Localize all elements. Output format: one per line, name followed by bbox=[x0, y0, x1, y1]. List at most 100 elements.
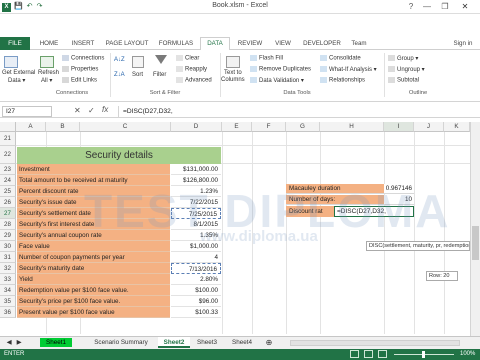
security-field-value[interactable]: 7/13/2016 bbox=[171, 263, 221, 274]
column-header[interactable]: D bbox=[171, 122, 222, 132]
cancel-icon[interactable]: ✕ bbox=[74, 106, 81, 115]
tab-file[interactable]: FILE bbox=[0, 37, 30, 50]
tab-formulas[interactable]: FORMULAS bbox=[156, 38, 196, 50]
row-header[interactable]: 22 bbox=[0, 146, 16, 164]
row-header[interactable]: 28 bbox=[0, 219, 16, 230]
sheet-tab-scenario-summary[interactable]: Scenario Summary bbox=[88, 337, 154, 348]
ungroup-button[interactable]: Ungroup ▾ bbox=[388, 66, 425, 73]
security-field-value[interactable]: 2.80% bbox=[171, 274, 221, 285]
close-button[interactable]: ✕ bbox=[458, 1, 472, 12]
tab-developer[interactable]: DEVELOPER bbox=[300, 38, 344, 50]
row-header[interactable]: 21 bbox=[0, 132, 16, 146]
security-field-label[interactable]: Present value per $100 face value bbox=[17, 307, 170, 318]
connections-button[interactable]: Connections bbox=[62, 55, 104, 62]
page-break-view-icon[interactable] bbox=[378, 350, 387, 358]
security-field-value[interactable]: $100.33 bbox=[171, 307, 221, 318]
scrollbar-thumb[interactable] bbox=[472, 226, 479, 260]
row-header[interactable]: 32 bbox=[0, 263, 16, 274]
sheet-tab-sheet3[interactable]: Sheet3 bbox=[192, 337, 222, 348]
row-header[interactable]: 36 bbox=[0, 307, 16, 318]
what-if-analysis-button[interactable]: What-If Analysis ▾ bbox=[320, 66, 377, 73]
vertical-scrollbar[interactable] bbox=[470, 122, 480, 336]
previous-sheet-icon[interactable]: ◀ bbox=[4, 337, 14, 348]
security-field-value[interactable]: $131,000.00 bbox=[171, 164, 221, 175]
row-header[interactable]: 26 bbox=[0, 197, 16, 208]
row-header[interactable]: 24 bbox=[0, 175, 16, 186]
column-header[interactable]: F bbox=[252, 122, 286, 132]
security-field-label[interactable]: Security's maturity date bbox=[17, 263, 170, 274]
security-field-label[interactable]: Investment bbox=[17, 164, 170, 175]
restore-button[interactable]: ❐ bbox=[438, 1, 452, 12]
sheet-tab-sheet4[interactable]: Sheet4 bbox=[226, 337, 258, 348]
sort-za-button[interactable]: Z↓A bbox=[114, 72, 125, 78]
security-field-label[interactable]: Number of coupon payments per year bbox=[17, 252, 170, 263]
group-button[interactable]: Group ▾ bbox=[388, 55, 418, 62]
tab-insert[interactable]: INSERT bbox=[66, 38, 100, 50]
relationships-button[interactable]: Relationships bbox=[320, 77, 365, 84]
filter-button[interactable]: Filter bbox=[153, 72, 166, 78]
next-sheet-icon[interactable]: ▶ bbox=[14, 337, 24, 348]
minimize-button[interactable]: — bbox=[420, 1, 434, 12]
get-external-data-dropdown[interactable]: Data ▾ bbox=[8, 77, 25, 84]
row-header[interactable]: 34 bbox=[0, 285, 16, 296]
subtotal-button[interactable]: Subtotal bbox=[388, 77, 419, 84]
sheet-tab-sheet2[interactable]: Sheet2 bbox=[158, 337, 190, 348]
tab-team[interactable]: Team bbox=[346, 38, 372, 50]
data-validation-button[interactable]: Data Validation ▾ bbox=[250, 77, 304, 84]
row-header[interactable]: 25 bbox=[0, 186, 16, 197]
refresh-all-button[interactable]: Refresh bbox=[38, 70, 59, 76]
refresh-all-dropdown[interactable]: All ▾ bbox=[41, 77, 52, 84]
security-field-label[interactable]: Face value bbox=[17, 241, 170, 252]
insert-function-icon[interactable]: fx bbox=[102, 105, 108, 114]
edit-links-button[interactable]: Edit Links bbox=[62, 77, 97, 84]
advanced-button[interactable]: Advanced bbox=[176, 77, 212, 84]
row-header[interactable]: 27 bbox=[0, 208, 16, 219]
reapply-button[interactable]: Reapply bbox=[176, 66, 207, 73]
tab-home[interactable]: HOME bbox=[34, 38, 64, 50]
security-field-label[interactable]: Yield bbox=[17, 274, 170, 285]
enter-icon[interactable]: ✓ bbox=[88, 106, 95, 115]
formula-input[interactable]: =DISC(D27,D32, bbox=[118, 106, 476, 117]
column-header[interactable]: C bbox=[80, 122, 171, 132]
tab-review[interactable]: REVIEW bbox=[234, 38, 266, 50]
sort-az-button[interactable]: A↓Z bbox=[114, 57, 125, 63]
get-external-data-button[interactable]: Get External bbox=[2, 70, 35, 76]
tab-view[interactable]: VIEW bbox=[270, 38, 296, 50]
remove-duplicates-button[interactable]: Remove Duplicates bbox=[250, 66, 311, 73]
security-field-value[interactable]: $96.00 bbox=[171, 296, 221, 307]
zoom-slider-thumb[interactable] bbox=[422, 351, 425, 358]
column-header[interactable]: E bbox=[222, 122, 252, 132]
column-header[interactable]: J bbox=[414, 122, 444, 132]
row-header[interactable]: 35 bbox=[0, 296, 16, 307]
column-header[interactable]: H bbox=[320, 122, 384, 132]
sort-button[interactable]: Sort bbox=[132, 72, 143, 78]
name-box[interactable]: I27 bbox=[2, 106, 52, 117]
add-sheet-icon[interactable]: ⊕ bbox=[262, 337, 276, 348]
security-field-value[interactable]: 4 bbox=[171, 252, 221, 263]
sheet-tab-sheet1[interactable]: Sheet1 bbox=[30, 337, 82, 348]
help-button[interactable]: ? bbox=[404, 1, 418, 12]
select-all-corner[interactable] bbox=[0, 122, 16, 132]
horizontal-scrollbar[interactable] bbox=[290, 340, 460, 346]
column-header[interactable]: I bbox=[384, 122, 414, 132]
row-header[interactable]: 33 bbox=[0, 274, 16, 285]
zoom-level[interactable]: 100% bbox=[460, 349, 475, 360]
normal-view-icon[interactable] bbox=[350, 350, 359, 358]
text-to-columns-button[interactable]: Text to bbox=[224, 70, 242, 76]
column-header[interactable]: G bbox=[286, 122, 320, 132]
consolidate-button[interactable]: Consolidate bbox=[320, 55, 361, 62]
column-header[interactable]: K bbox=[444, 122, 470, 132]
row-header[interactable]: 29 bbox=[0, 230, 16, 241]
row-header[interactable]: 23 bbox=[0, 164, 16, 175]
sign-in-link[interactable]: Sign in bbox=[448, 38, 478, 50]
page-layout-view-icon[interactable] bbox=[364, 350, 373, 358]
properties-button[interactable]: Properties bbox=[62, 66, 98, 73]
tab-data[interactable]: DATA bbox=[200, 37, 230, 51]
column-header[interactable]: A bbox=[16, 122, 46, 132]
row-header[interactable]: 30 bbox=[0, 241, 16, 252]
clear-button[interactable]: Clear bbox=[176, 55, 199, 62]
security-field-value[interactable]: $100.00 bbox=[171, 285, 221, 296]
flash-fill-button[interactable]: Flash Fill bbox=[250, 55, 283, 62]
text-to-columns-label[interactable]: Columns bbox=[221, 77, 245, 83]
row-header[interactable]: 31 bbox=[0, 252, 16, 263]
